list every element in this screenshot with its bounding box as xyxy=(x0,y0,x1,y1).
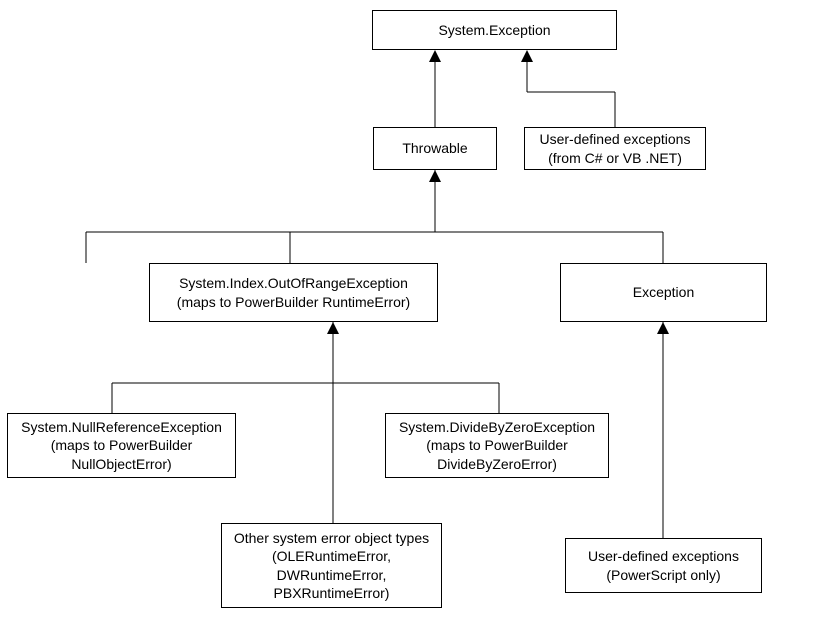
node-label-line3: DivideByZeroError) xyxy=(437,455,557,473)
node-out-of-range-exception: System.Index.OutOfRangeException (maps t… xyxy=(149,263,438,322)
node-label: Throwable xyxy=(402,139,467,157)
node-label-line2: (from C# or VB .NET) xyxy=(548,149,682,167)
node-label: System.Exception xyxy=(438,21,550,39)
node-label-line1: System.DivideByZeroException xyxy=(399,418,595,436)
node-system-exception: System.Exception xyxy=(372,10,617,50)
node-label-line1: User-defined exceptions xyxy=(588,547,739,565)
node-user-defined-net: User-defined exceptions (from C# or VB .… xyxy=(524,127,706,170)
node-label-line3: NullObjectError) xyxy=(71,455,171,473)
node-divide-by-zero-exception: System.DivideByZeroException (maps to Po… xyxy=(385,413,609,478)
node-null-reference-exception: System.NullReferenceException (maps to P… xyxy=(7,413,236,478)
node-label-line2: (PowerScript only) xyxy=(606,566,720,584)
node-label-line2: (maps to PowerBuilder xyxy=(51,436,193,454)
node-label: Exception xyxy=(633,283,694,301)
node-user-defined-powerscript: User-defined exceptions (PowerScript onl… xyxy=(565,538,762,593)
node-label-line2: (OLERuntimeError, xyxy=(272,547,391,565)
node-label-line1: System.Index.OutOfRangeException xyxy=(179,274,408,292)
node-label-line1: User-defined exceptions xyxy=(540,130,691,148)
node-throwable: Throwable xyxy=(373,127,497,170)
node-label-line2: (maps to PowerBuilder xyxy=(426,436,568,454)
node-label-line1: Other system error object types xyxy=(234,529,429,547)
node-label-line1: System.NullReferenceException xyxy=(21,418,222,436)
node-label-line3: DWRuntimeError, xyxy=(277,566,387,584)
node-other-system-errors: Other system error object types (OLERunt… xyxy=(221,523,442,608)
node-exception: Exception xyxy=(560,263,767,322)
node-label-line2: (maps to PowerBuilder RuntimeError) xyxy=(177,293,410,311)
node-label-line4: PBXRuntimeError) xyxy=(274,584,390,602)
